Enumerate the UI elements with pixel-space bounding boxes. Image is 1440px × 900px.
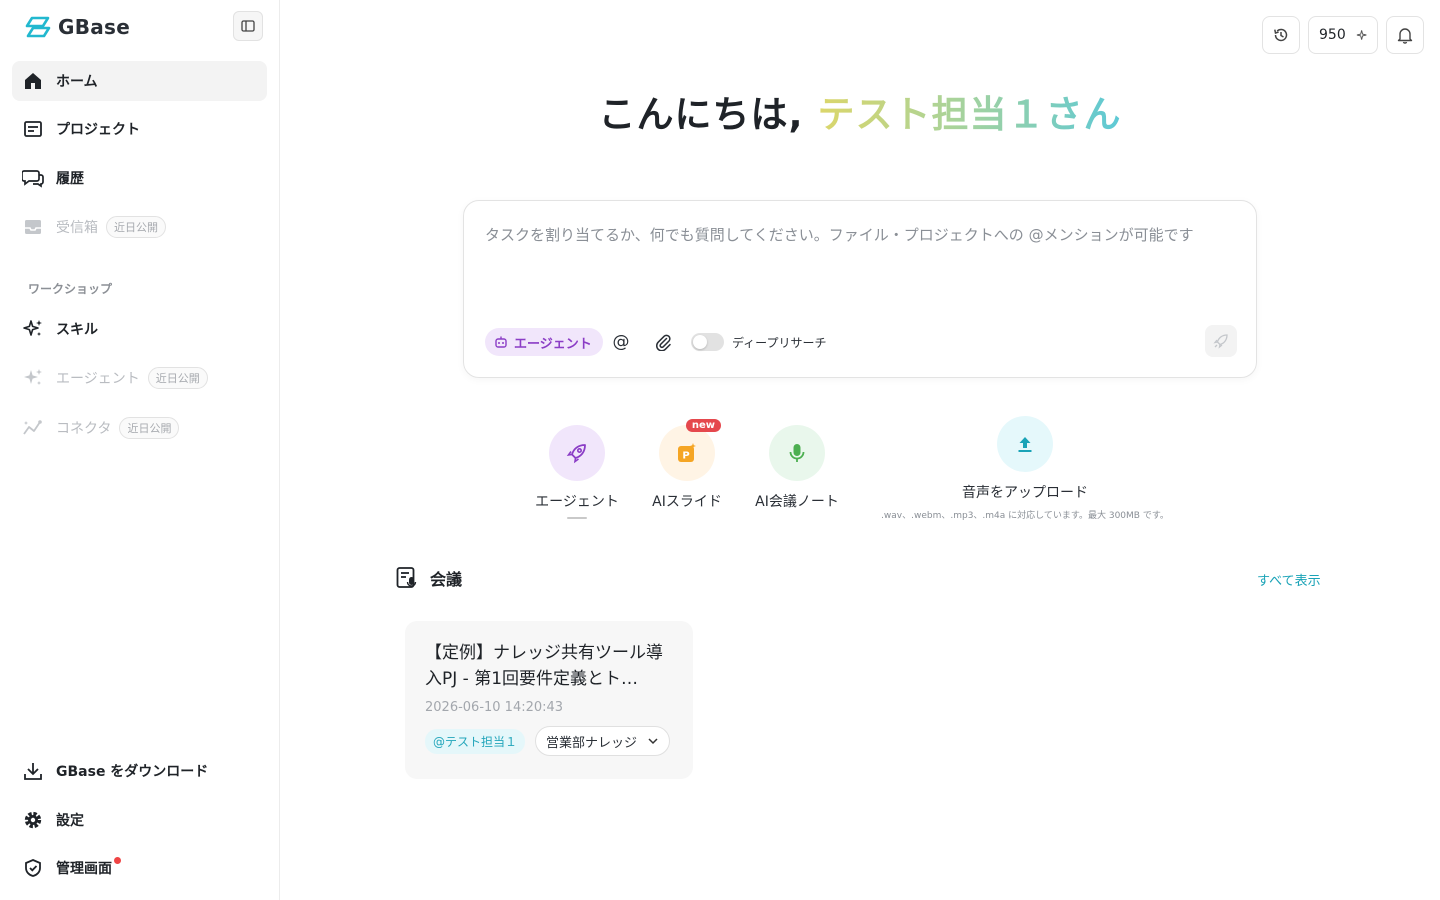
deep-research-toggle[interactable] (691, 333, 724, 351)
connector-icon (22, 417, 44, 439)
quick-action-label: AIスライド (652, 494, 722, 510)
meeting-card[interactable]: 【定例】ナレッジ共有ツール導入PJ - 第1回要件定義とト… 2026-06-1… (405, 621, 693, 779)
quick-action-label: AI会議ノート (755, 494, 839, 510)
agent-mode-chip[interactable]: エージェント (485, 328, 603, 356)
sidebar-item-admin[interactable]: 管理画面 (12, 848, 267, 888)
history-button[interactable] (1262, 16, 1300, 54)
bell-icon (1397, 28, 1413, 44)
sidebar-item-label: 履歴 (56, 171, 84, 187)
gear-icon (22, 809, 44, 831)
active-underline (567, 517, 587, 519)
sidebar-item-download[interactable]: GBase をダウンロード (12, 751, 267, 791)
rocket-icon (1213, 334, 1228, 349)
deep-research-label: ディープリサーチ (732, 336, 827, 350)
show-all-link[interactable]: すべて表示 (1257, 570, 1321, 589)
brand-logo[interactable]: GBase (24, 14, 130, 40)
sidebar-item-home[interactable]: ホーム (12, 61, 267, 101)
chevron-down-icon (648, 738, 658, 745)
sidebar-item-label: スキル (56, 322, 98, 338)
brand-name: GBase (58, 15, 131, 39)
sidebar-item-agents: エージェント 近日公開 (12, 358, 267, 398)
inbox-icon (22, 216, 44, 238)
credits-button[interactable]: 950 (1308, 16, 1378, 54)
sidebar-toggle-icon (241, 20, 255, 32)
attach-icon[interactable] (652, 331, 674, 353)
new-badge: new (685, 419, 721, 432)
knowledge-space-value: 営業部ナレッジ (546, 735, 638, 751)
mention-icon[interactable]: @ (610, 331, 632, 353)
sidebar-item-label: GBase をダウンロード (56, 764, 209, 780)
meetings-title: 会議 (430, 570, 463, 589)
chat-bubbles-icon (22, 167, 44, 189)
coming-soon-badge: 近日公開 (106, 216, 166, 238)
prompt-input[interactable]: タスクを割り当てるか、何でも質問してください。ファイル・プロジェクトへの @メン… (485, 223, 1235, 247)
meeting-notes-icon (396, 567, 417, 588)
sidebar-collapse-button[interactable] (233, 11, 263, 41)
quick-action-ai-slides[interactable]: P new AIスライド (637, 419, 737, 511)
quick-action-label: エージェント (535, 494, 619, 510)
sidebar-item-projects[interactable]: プロジェクト (12, 109, 267, 149)
meeting-title: 【定例】ナレッジ共有ツール導入PJ - 第1回要件定義とト… (425, 643, 663, 689)
toggle-knob (693, 335, 707, 349)
knowledge-space-select[interactable]: 営業部ナレッジ (535, 726, 671, 756)
sidebar-item-label: 受信箱 (56, 220, 98, 236)
upload-icon (1018, 437, 1032, 452)
sparkles-icon (22, 318, 44, 340)
quick-action-label: 音声をアップロード (962, 485, 1088, 501)
sidebar-item-skills[interactable]: スキル (12, 309, 267, 349)
quick-action-ai-notes[interactable]: AI会議ノート (747, 425, 847, 511)
sidebar-item-inbox: 受信箱 近日公開 (12, 207, 267, 247)
gbase-logo-icon (25, 16, 51, 38)
prompt-box[interactable]: タスクを割り当てるか、何でも質問してください。ファイル・プロジェクトへの @メン… (463, 200, 1257, 378)
svg-text:P: P (682, 451, 689, 462)
credits-count: 950 (1319, 27, 1346, 43)
coming-soon-badge: 近日公開 (119, 417, 180, 439)
notifications-button[interactable] (1386, 16, 1424, 54)
sidebar-item-history[interactable]: 履歴 (12, 158, 267, 198)
sidebar-item-label: ホーム (56, 74, 98, 90)
greeting-user-name: テスト担当１さん (817, 93, 1122, 136)
download-icon (22, 760, 44, 782)
slides-action-circle: P new (659, 419, 721, 481)
agent-chip-label: エージェント (514, 336, 592, 352)
home-icon (22, 70, 44, 92)
sidebar-item-label: プロジェクト (56, 122, 140, 138)
sidebar-item-label: 設定 (56, 813, 84, 829)
coming-soon-badge: 近日公開 (147, 367, 208, 389)
sidebar-item-label: エージェント (56, 371, 140, 387)
shield-check-icon (22, 857, 44, 879)
history-icon (1274, 28, 1288, 42)
send-button[interactable] (1205, 325, 1237, 357)
quick-action-agent[interactable]: エージェント (527, 425, 627, 519)
rocket-icon (566, 444, 586, 464)
microphone-icon (789, 444, 805, 462)
agent-action-circle (549, 425, 605, 481)
notification-dot (114, 856, 121, 864)
upload-format-note: .wav、.webm、.mp3、.m4a に対応しています。最大 300MB で… (881, 511, 1169, 521)
meeting-meta-row: @テスト担当１ 営業部ナレッジ (425, 726, 673, 756)
sparkle-icon (1356, 30, 1367, 40)
meeting-date: 2026-06-10 14:20:43 (425, 700, 564, 715)
sidebar-item-label: コネクタ (56, 421, 112, 437)
robot-icon (495, 336, 507, 348)
project-icon (22, 118, 44, 140)
sidebar-item-label: 管理画面 (56, 861, 112, 877)
greeting-prefix: こんにちは, (598, 93, 818, 136)
section-label-workshop: ワークショップ (28, 282, 113, 296)
upload-action-circle (997, 416, 1053, 472)
presentation-icon: P (678, 443, 696, 462)
greeting-title: こんにちは, テスト担当１さん (280, 84, 1440, 138)
sidebar-item-connectors: コネクタ 近日公開 (12, 408, 267, 448)
meetings-header: 会議 (396, 566, 462, 590)
sidebar: GBase ホーム プロジェクト 履歴 受信箱 近日公開 ワークショップ スキル… (0, 0, 280, 900)
sidebar-item-settings[interactable]: 設定 (12, 800, 267, 840)
mention-tag[interactable]: @テスト担当１ (425, 728, 526, 754)
notes-action-circle (769, 425, 825, 481)
sparkle-icon (22, 367, 44, 389)
quick-action-upload-audio[interactable]: 音声をアップロード .wav、.webm、.mp3、.m4a に対応しています。… (865, 416, 1185, 521)
